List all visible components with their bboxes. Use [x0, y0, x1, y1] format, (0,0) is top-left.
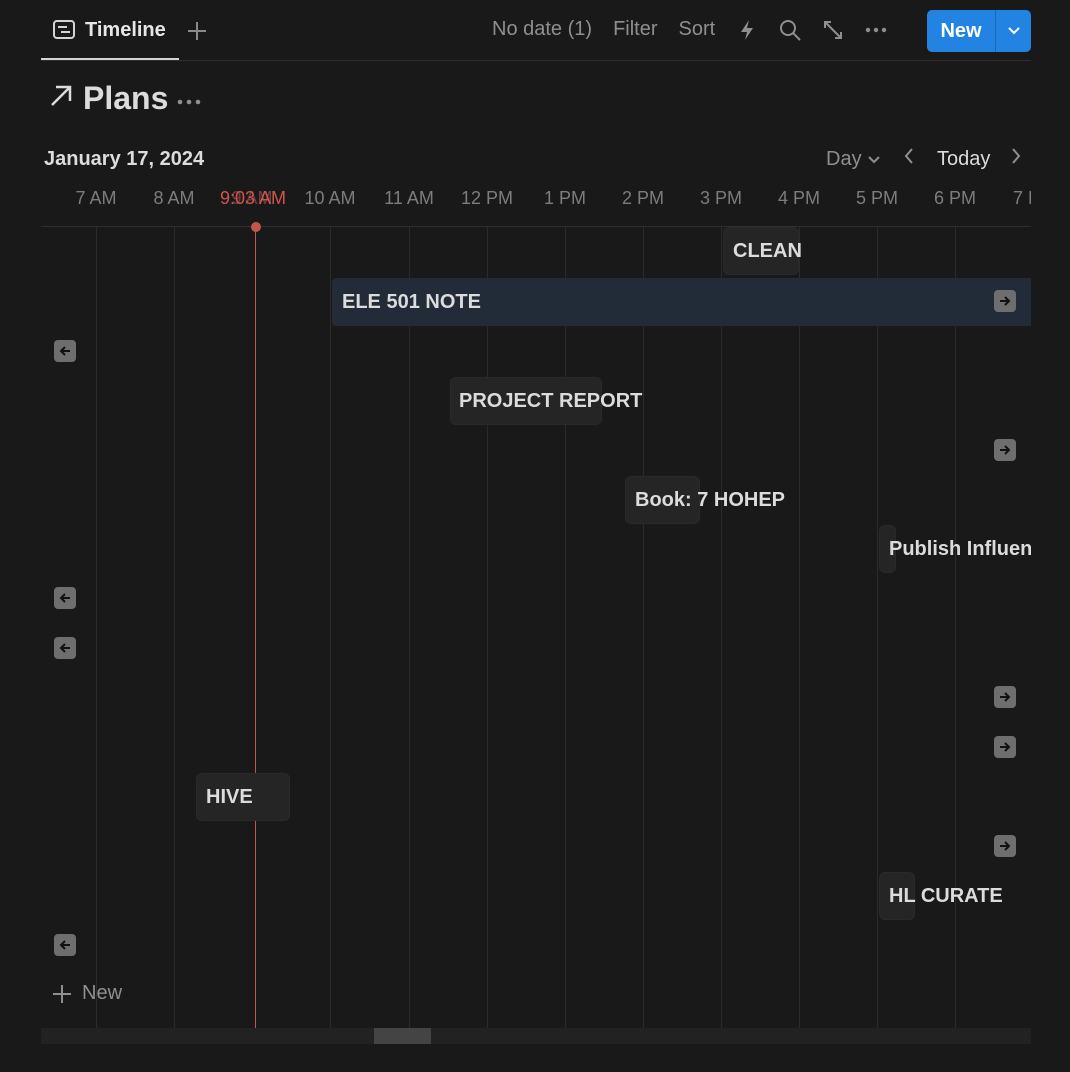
title-more-icon[interactable]: [176, 86, 202, 112]
hour-label: 11 AM: [384, 188, 434, 208]
next-day-button[interactable]: [1010, 146, 1022, 172]
hour-label: 12 PM: [460, 188, 514, 208]
tab-divider: [41, 60, 1031, 61]
hour-label: 5 PM: [855, 188, 899, 208]
timeline-item[interactable]: Publish Influen: [880, 526, 1031, 572]
arrow-up-right-icon[interactable]: [49, 84, 73, 113]
view-scale-label: Day: [826, 148, 862, 170]
horizontal-scrollbar[interactable]: [41, 1028, 1031, 1044]
sort-button[interactable]: Sort: [679, 18, 716, 41]
scroll-to-item-right[interactable]: [994, 290, 1016, 312]
scroll-to-item-left[interactable]: [54, 340, 76, 362]
scroll-to-item-right[interactable]: [994, 736, 1016, 758]
hour-label: 7 AM: [75, 188, 117, 208]
new-item-button[interactable]: New: [52, 982, 122, 1005]
timeline-item[interactable]: PROJECT REPORT: [451, 378, 642, 424]
current-date: January 17, 2024: [44, 148, 205, 170]
arrow-right-icon: [1000, 742, 1011, 752]
hour-label: 2 PM: [621, 188, 665, 208]
item-label: HL CURATE: [889, 884, 1003, 907]
arrow-left-icon: [59, 593, 70, 603]
item-label: Book: 7 HOHEP: [635, 488, 786, 511]
chevron-down-icon: [1007, 27, 1020, 35]
arrow-right-icon: [1000, 841, 1011, 851]
scroll-to-item-left[interactable]: [54, 934, 76, 956]
scroll-to-item-right[interactable]: [994, 686, 1016, 708]
item-label: Publish Influen: [889, 537, 1031, 560]
page-title: Plans: [49, 80, 168, 117]
item-label: HIVE: [206, 785, 253, 808]
plus-icon: [53, 984, 71, 1003]
item-label: PROJECT REPORT: [459, 389, 643, 412]
add-view-button[interactable]: [186, 20, 208, 47]
scroll-to-item-right[interactable]: [994, 439, 1016, 461]
prev-day-button[interactable]: [903, 146, 915, 172]
current-time-label: 9:03 AM: [220, 188, 287, 208]
scroll-to-item-left[interactable]: [54, 637, 76, 659]
today-button[interactable]: Today: [937, 148, 990, 171]
no-date-button[interactable]: No date (1): [492, 18, 592, 41]
hour-label: 1 PM: [543, 188, 587, 208]
hour-label: 6 PM: [933, 188, 977, 208]
new-button-group: New: [927, 10, 1031, 52]
hour-label: 10 AM: [304, 188, 356, 208]
plus-icon: [188, 22, 206, 40]
new-button[interactable]: New: [927, 10, 995, 52]
arrow-left-icon: [59, 940, 70, 950]
scroll-to-item-right[interactable]: [994, 835, 1016, 857]
new-item-label: New: [82, 982, 123, 1004]
hour-label: 7 PM: [1013, 188, 1031, 208]
lightning-icon[interactable]: [736, 19, 758, 41]
toolbar: No date (1) Filter Sort: [492, 18, 887, 41]
chevron-down-icon: [867, 155, 880, 163]
item-label: ELE 501 NOTE: [342, 290, 481, 313]
hour-label: 8 AM: [153, 188, 195, 208]
arrow-left-icon: [59, 346, 70, 356]
tab-timeline[interactable]: Timeline: [41, 0, 178, 60]
tab-label: Timeline: [85, 18, 166, 41]
search-icon[interactable]: [779, 19, 801, 41]
filter-button[interactable]: Filter: [613, 18, 657, 41]
timeline-item[interactable]: ELE 501 NOTE: [333, 279, 1031, 325]
timeline-item[interactable]: HL CURATE: [880, 873, 1003, 919]
arrow-right-icon: [1000, 445, 1011, 455]
timeline-body: CLEAN ELE 501 NOTE PROJECT REPORT Book: …: [41, 227, 1031, 1027]
scrollbar-thumb[interactable]: [374, 1028, 431, 1044]
arrow-right-icon: [1000, 296, 1011, 306]
timeline-item[interactable]: HIVE: [197, 774, 289, 820]
item-label: CLEAN: [733, 239, 802, 262]
more-icon[interactable]: [865, 19, 887, 41]
expand-icon[interactable]: [822, 19, 844, 41]
arrow-left-icon: [59, 643, 70, 653]
arrow-right-icon: [1000, 692, 1011, 702]
timeline-item[interactable]: CLEAN: [724, 228, 802, 274]
new-dropdown-button[interactable]: [996, 10, 1031, 52]
view-scale-select[interactable]: Day: [826, 148, 880, 171]
hour-label: 3 PM: [699, 188, 743, 208]
hour-label: 4 PM: [777, 188, 821, 208]
timeline-item[interactable]: Book: 7 HOHEP: [626, 477, 785, 523]
chevron-right-icon: [1012, 148, 1021, 164]
timeline-icon: [53, 19, 75, 41]
chevron-left-icon: [904, 148, 913, 164]
page-title-text[interactable]: Plans: [83, 80, 168, 117]
scroll-to-item-left[interactable]: [54, 587, 76, 609]
